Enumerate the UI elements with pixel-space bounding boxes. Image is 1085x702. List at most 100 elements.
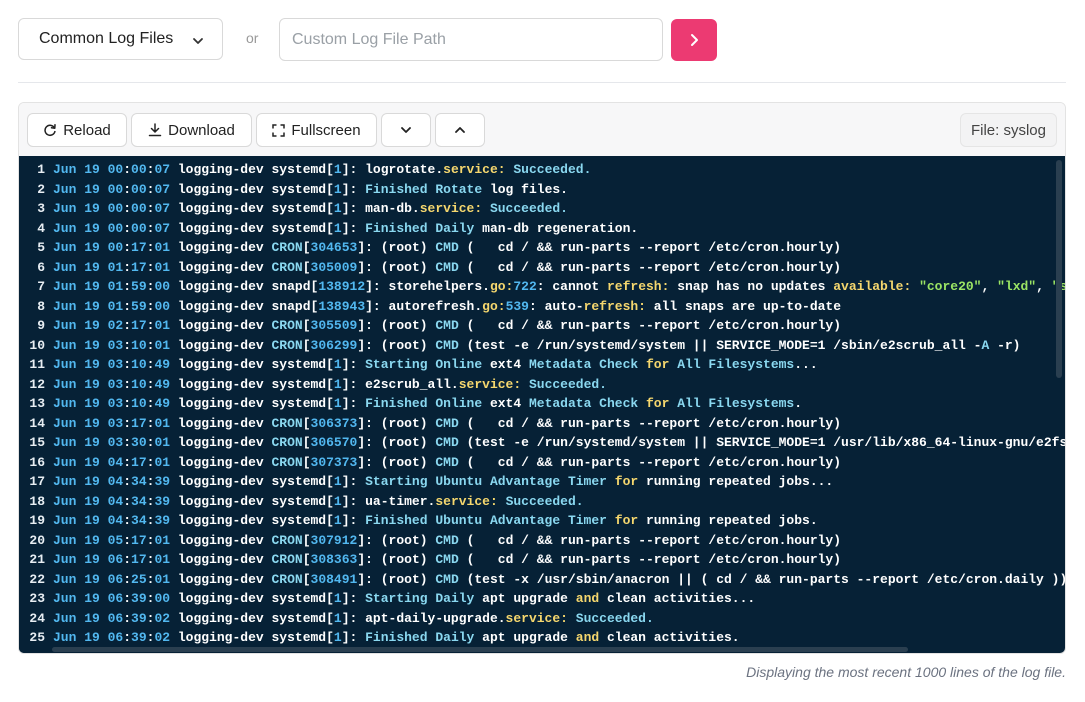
common-log-files-dropdown[interactable]: Common Log Files bbox=[18, 18, 223, 60]
log-token: for bbox=[614, 513, 639, 528]
log-line: 24 Jun 19 06:39:02 logging-dev systemd[1]… bbox=[19, 609, 1065, 629]
log-viewer-panel: Reload Download Fullscreen File: syslog … bbox=[18, 102, 1066, 654]
log-token: and bbox=[575, 591, 600, 606]
log-token: ]: (root) bbox=[357, 532, 436, 548]
scroll-down-button[interactable] bbox=[381, 113, 431, 147]
log-token: 19 bbox=[84, 181, 108, 197]
log-token: 19 bbox=[84, 493, 108, 509]
log-token: Finished Rotate bbox=[365, 181, 483, 197]
current-file-label: File: syslog bbox=[959, 113, 1057, 147]
log-token: 138912 bbox=[318, 279, 366, 294]
log-token: [ bbox=[302, 259, 311, 275]
log-token: . bbox=[794, 396, 803, 411]
scroll-up-button[interactable] bbox=[435, 113, 485, 147]
log-token: Starting Daily bbox=[365, 591, 475, 606]
log-token: 39 bbox=[154, 474, 171, 489]
log-token: ( cd / && run-parts --report /etc/cron.h… bbox=[458, 532, 842, 548]
or-separator: or bbox=[246, 30, 259, 46]
download-button[interactable]: Download bbox=[131, 113, 252, 147]
fullscreen-button[interactable]: Fullscreen bbox=[256, 113, 377, 147]
log-token: 01 bbox=[107, 259, 124, 275]
log-token: 06 bbox=[107, 630, 124, 645]
log-token: CMD bbox=[435, 259, 459, 275]
log-token: 07 bbox=[154, 201, 171, 216]
log-line-text: Jun 19 03:17:01 logging-dev CRON[306373]… bbox=[53, 414, 841, 434]
log-token: : bbox=[123, 493, 132, 509]
log-token: 39 bbox=[131, 630, 147, 645]
log-token: ]: autorefresh. bbox=[365, 298, 483, 314]
log-token: 03 bbox=[107, 435, 124, 450]
log-token: 06 bbox=[107, 552, 124, 567]
log-token: Jun bbox=[53, 571, 85, 587]
log-token: 19 bbox=[84, 259, 108, 275]
line-number: 9 bbox=[37, 318, 45, 333]
log-token: refresh: bbox=[583, 298, 646, 314]
horizontal-scrollbar[interactable] bbox=[52, 647, 908, 652]
log-token: : bbox=[123, 454, 132, 470]
log-token: 03 bbox=[107, 337, 124, 353]
log-token: 1 bbox=[333, 162, 342, 177]
log-output[interactable]: 1 Jun 19 00:00:07 logging-dev systemd[1]:… bbox=[19, 156, 1065, 653]
line-number: 4 bbox=[37, 220, 45, 236]
log-line: 18 Jun 19 04:34:39 logging-dev systemd[1]… bbox=[19, 492, 1065, 512]
log-token: ]: (root) bbox=[357, 454, 436, 470]
log-token: [ bbox=[302, 318, 311, 333]
log-line: 14 Jun 19 03:17:01 logging-dev CRON[30637… bbox=[19, 414, 1065, 434]
log-token: go: bbox=[482, 298, 506, 314]
log-token: all snaps are up-to-date bbox=[646, 298, 842, 314]
log-token: man-db regeneration. bbox=[474, 220, 639, 236]
log-token: 03 bbox=[107, 396, 124, 411]
log-token: : bbox=[123, 357, 132, 372]
log-token: [ bbox=[302, 240, 311, 255]
log-token: 03 bbox=[107, 357, 124, 372]
log-line-text: Jun 19 04:17:01 logging-dev CRON[307373]… bbox=[53, 453, 841, 473]
log-token: 19 bbox=[84, 474, 108, 489]
custom-log-path-input[interactable] bbox=[279, 18, 663, 61]
line-number: 10 bbox=[29, 337, 45, 353]
log-token: Jun bbox=[53, 415, 85, 431]
submit-path-button[interactable] bbox=[671, 19, 717, 61]
log-line: 2 Jun 19 00:00:07 logging-dev systemd[1]:… bbox=[19, 180, 1065, 200]
log-token: Starting Online bbox=[365, 357, 483, 372]
divider bbox=[18, 82, 1066, 83]
log-token: [ bbox=[302, 454, 311, 470]
log-token: ]: man-db. bbox=[341, 201, 420, 216]
log-line-text: Jun 19 05:17:01 logging-dev CRON[307912]… bbox=[53, 531, 841, 551]
reload-button[interactable]: Reload bbox=[27, 113, 127, 147]
log-token: ( cd / && run-parts --report /etc/cron.h… bbox=[458, 552, 842, 567]
log-token: clean activities... bbox=[599, 591, 756, 606]
log-token: logging-dev bbox=[170, 454, 272, 470]
log-token: apt upgrade bbox=[474, 630, 576, 645]
vertical-scrollbar[interactable] bbox=[1056, 160, 1062, 378]
log-token: All Filesystems bbox=[677, 396, 795, 411]
log-token: : bbox=[123, 435, 132, 450]
log-token: ( cd / && run-parts --report /etc/cron.h… bbox=[458, 259, 842, 275]
log-token: logging-dev bbox=[170, 240, 272, 255]
log-token: CMD bbox=[435, 240, 459, 255]
log-token: Metadata Check bbox=[528, 357, 639, 372]
log-token: CMD bbox=[435, 435, 459, 450]
line-number: 24 bbox=[29, 610, 45, 626]
log-token: CMD bbox=[435, 318, 459, 333]
log-token: : bbox=[123, 318, 132, 333]
fullscreen-label: Fullscreen bbox=[291, 121, 361, 139]
log-token: 01 bbox=[154, 454, 171, 470]
log-line-text: Jun 19 04:34:39 logging-dev systemd[1]: … bbox=[53, 511, 818, 531]
log-token bbox=[607, 513, 615, 528]
log-token: 306299 bbox=[310, 337, 358, 353]
log-token: Jun bbox=[53, 513, 85, 528]
log-token: logging-dev systemd[ bbox=[170, 396, 334, 411]
log-token: logging-dev systemd[ bbox=[170, 493, 334, 509]
log-token: Finished Ubuntu Advantage Timer bbox=[365, 513, 607, 528]
log-token: 19 bbox=[84, 240, 108, 255]
log-token: 34 bbox=[131, 474, 147, 489]
log-token: 305509 bbox=[310, 318, 358, 333]
log-token: and bbox=[575, 630, 600, 645]
log-line: 16 Jun 19 04:17:01 logging-dev CRON[30737… bbox=[19, 453, 1065, 473]
log-token: 00 bbox=[107, 240, 124, 255]
log-token: Jun bbox=[53, 474, 85, 489]
log-token: Finished Online bbox=[365, 396, 483, 411]
log-line-text: Jun 19 00:00:07 logging-dev systemd[1]: … bbox=[53, 219, 638, 239]
log-token: 17 bbox=[131, 532, 147, 548]
log-token: 304653 bbox=[310, 240, 358, 255]
